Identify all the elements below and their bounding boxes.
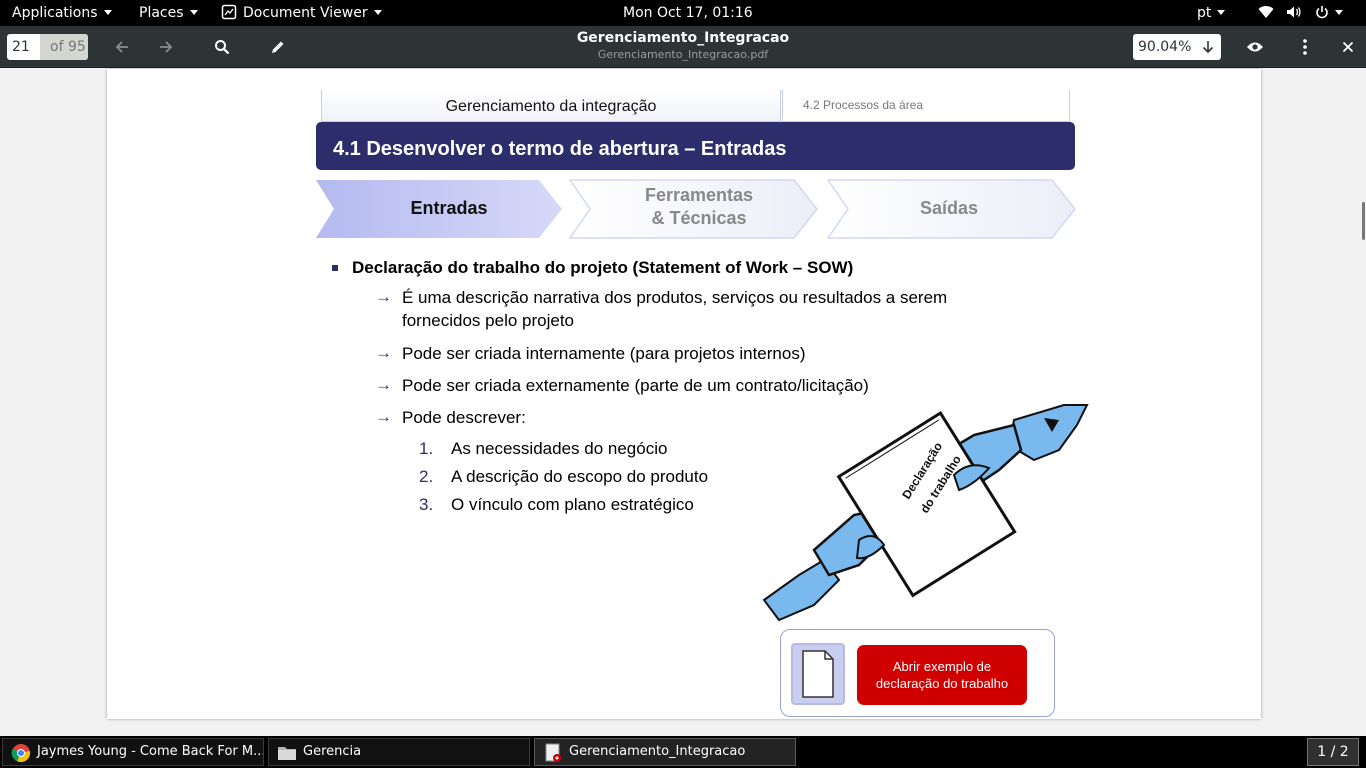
document-filename: Gerenciamento_Integracao.pdf — [597, 48, 769, 61]
numbered-item: 2. A descrição do escopo do produto — [419, 467, 709, 486]
stage-entradas: Entradas — [410, 198, 488, 218]
current-page-input[interactable]: 21 — [7, 34, 40, 60]
close-button[interactable] — [1336, 35, 1360, 59]
arrow-item: → É uma descrição narrativa dos produtos,… — [375, 287, 948, 330]
slide-tab-integration: Gerenciamento da integração — [321, 90, 781, 122]
arrow-right-icon: → — [375, 375, 392, 394]
annotate-button[interactable] — [266, 35, 290, 59]
document-icon — [802, 650, 834, 698]
view-options-button[interactable] — [1243, 35, 1267, 59]
eye-icon — [1247, 42, 1263, 52]
document-handover-illustration: Declaração do trabalho — [762, 404, 1089, 622]
open-example-button[interactable]: Abrir exemplo de declaração do trabalho — [857, 645, 1027, 705]
taskbar: Jaymes Young - Come Back For M... Gerenc… — [0, 736, 1366, 768]
document-viewer-icon — [221, 4, 237, 19]
arrow-item: → Pode ser criada internamente (para proj… — [375, 343, 806, 363]
pdf-page: Gerenciamento da integração 4.2 Processo… — [107, 69, 1261, 719]
applications-menu[interactable]: Applications — [12, 0, 112, 26]
zoom-selector[interactable]: 90.04% — [1133, 34, 1221, 60]
slide-tab-processes: 4.2 Processos da área — [782, 90, 1070, 122]
zoom-value: 90.04% — [1138, 39, 1192, 55]
arrow-right-icon: → — [375, 407, 392, 426]
slide: Gerenciamento da integração 4.2 Processo… — [314, 90, 1089, 719]
viewer-header-bar: 21 of 95 Gerenciamento_Integracao Gerenc… — [0, 26, 1366, 68]
chrome-icon — [11, 744, 31, 763]
slide-title: 4.1 Desenvolver o termo de abertura – En… — [316, 122, 1075, 170]
system-status-menu[interactable] — [1258, 0, 1343, 26]
total-pages-label: of 95 — [40, 34, 88, 60]
task-files[interactable]: Gerencia — [268, 738, 530, 766]
stage-saidas: Saídas — [919, 198, 979, 218]
search-icon — [215, 40, 230, 55]
arrow-right-icon: → — [375, 343, 392, 362]
document-title: Gerenciamento_Integracao — [576, 30, 790, 46]
page-selector[interactable]: 21 of 95 — [7, 34, 88, 60]
document-area[interactable]: Gerenciamento da integração 4.2 Processo… — [0, 69, 1366, 736]
task-document-viewer[interactable]: Gerenciamento_Integracao — [534, 738, 796, 766]
clock[interactable]: Mon Oct 17, 01:16 — [623, 0, 753, 26]
wifi-icon — [1258, 5, 1274, 18]
top-bar: Applications Places Document Viewer Mon … — [0, 0, 1366, 26]
next-page-button[interactable] — [154, 35, 178, 59]
arrow-right-icon: → — [375, 287, 392, 306]
previous-page-button[interactable] — [110, 35, 134, 59]
arrow-down-icon — [1202, 41, 1214, 54]
power-icon — [1316, 5, 1328, 18]
numbered-item: 1. As necessidades do negócio — [419, 439, 668, 458]
main-bullet: Declaração do trabalho do projeto (State… — [332, 258, 853, 278]
task-chrome[interactable]: Jaymes Young - Come Back For M... — [2, 738, 264, 766]
arrow-left-icon — [115, 41, 128, 53]
stage-ferramentas: Ferramentas & Técnicas — [644, 185, 754, 228]
document-icon-box[interactable] — [791, 643, 845, 705]
close-icon — [1342, 41, 1354, 53]
scrollbar-thumb[interactable] — [1362, 202, 1365, 240]
folder-icon — [278, 747, 296, 760]
numbered-item: 3. O vínculo com plano estratégico — [419, 495, 694, 514]
example-link-box: Abrir exemplo de declaração do trabalho — [780, 629, 1055, 717]
document-viewer-icon — [545, 743, 561, 762]
app-menu[interactable]: Document Viewer — [221, 0, 382, 26]
places-menu[interactable]: Places — [139, 0, 198, 26]
language-indicator[interactable]: pt — [1197, 0, 1226, 26]
arrow-right-icon — [160, 41, 173, 53]
menu-button[interactable] — [1293, 35, 1317, 59]
workspace-switcher[interactable]: 1 / 2 — [1307, 738, 1359, 766]
kebab-menu-icon — [1303, 39, 1307, 55]
search-button[interactable] — [210, 35, 234, 59]
volume-icon — [1287, 6, 1302, 17]
pencil-icon — [272, 41, 284, 53]
